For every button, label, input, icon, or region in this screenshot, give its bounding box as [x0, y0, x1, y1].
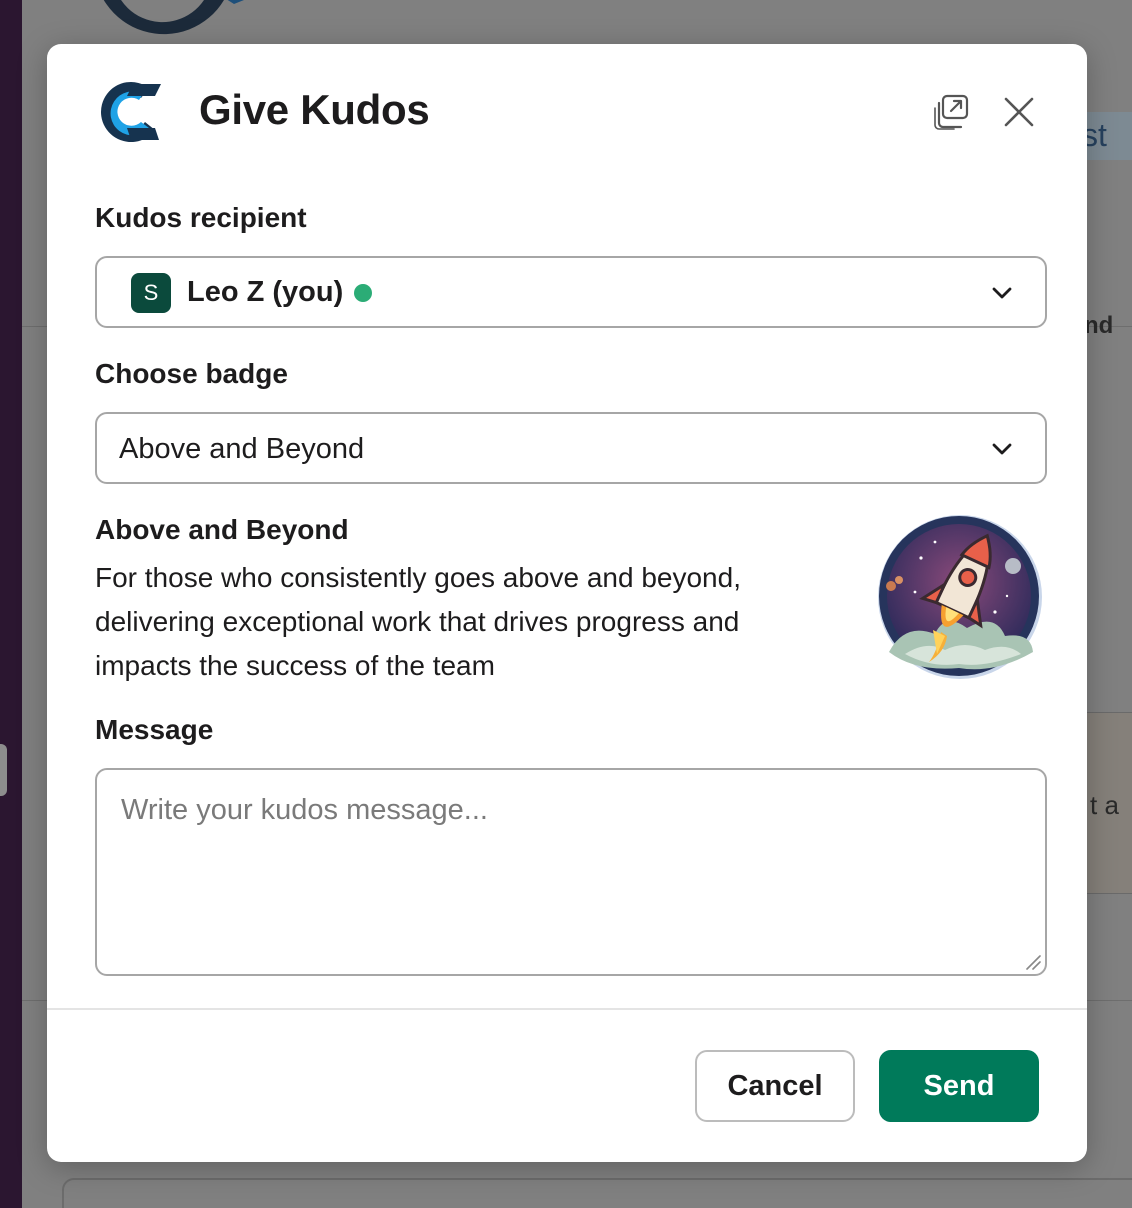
message-label: Message — [95, 714, 214, 745]
background-logo-icon — [103, 0, 244, 35]
background-composer — [62, 1178, 1132, 1208]
send-button[interactable]: Send — [879, 1050, 1039, 1122]
chevron-down-icon — [992, 443, 1012, 455]
rocket-badge-icon — [878, 515, 1042, 679]
presence-active-icon — [354, 284, 372, 302]
modal-header: Give Kudos — [47, 44, 1087, 184]
give-kudos-modal: Give Kudos Kudos recipient S Leo Z (you)… — [47, 44, 1087, 1162]
badge-description: For those who consistently goes above an… — [95, 562, 741, 681]
popout-icon — [934, 94, 969, 130]
background-text: t a — [1090, 790, 1119, 820]
badge-select[interactable]: Above and Beyond — [95, 412, 1047, 484]
recipient-name: Leo Z (you) — [187, 276, 344, 308]
close-button[interactable] — [999, 92, 1039, 132]
popout-button[interactable] — [932, 92, 972, 132]
close-icon — [1004, 97, 1034, 127]
resize-handle-icon[interactable] — [1025, 954, 1041, 970]
message-textarea[interactable]: Write your kudos message... — [95, 768, 1047, 976]
kudos-app-logo-icon — [101, 82, 161, 142]
badge-selected-value: Above and Beyond — [119, 433, 365, 465]
background-sidebar — [0, 0, 22, 1208]
footer-divider — [47, 1008, 1087, 1010]
cancel-button[interactable]: Cancel — [695, 1050, 855, 1122]
badge-title: Above and Beyond — [95, 514, 349, 545]
avatar: S — [131, 273, 171, 313]
chevron-down-icon — [992, 287, 1012, 299]
recipient-label: Kudos recipient — [95, 202, 307, 233]
background-sidebar-tab — [0, 744, 7, 796]
modal-title: Give Kudos — [199, 86, 430, 133]
background-text: nd — [1084, 312, 1114, 339]
message-placeholder: Write your kudos message... — [121, 794, 488, 826]
recipient-select[interactable]: S Leo Z (you) — [95, 256, 1047, 328]
badge-label: Choose badge — [95, 358, 288, 389]
